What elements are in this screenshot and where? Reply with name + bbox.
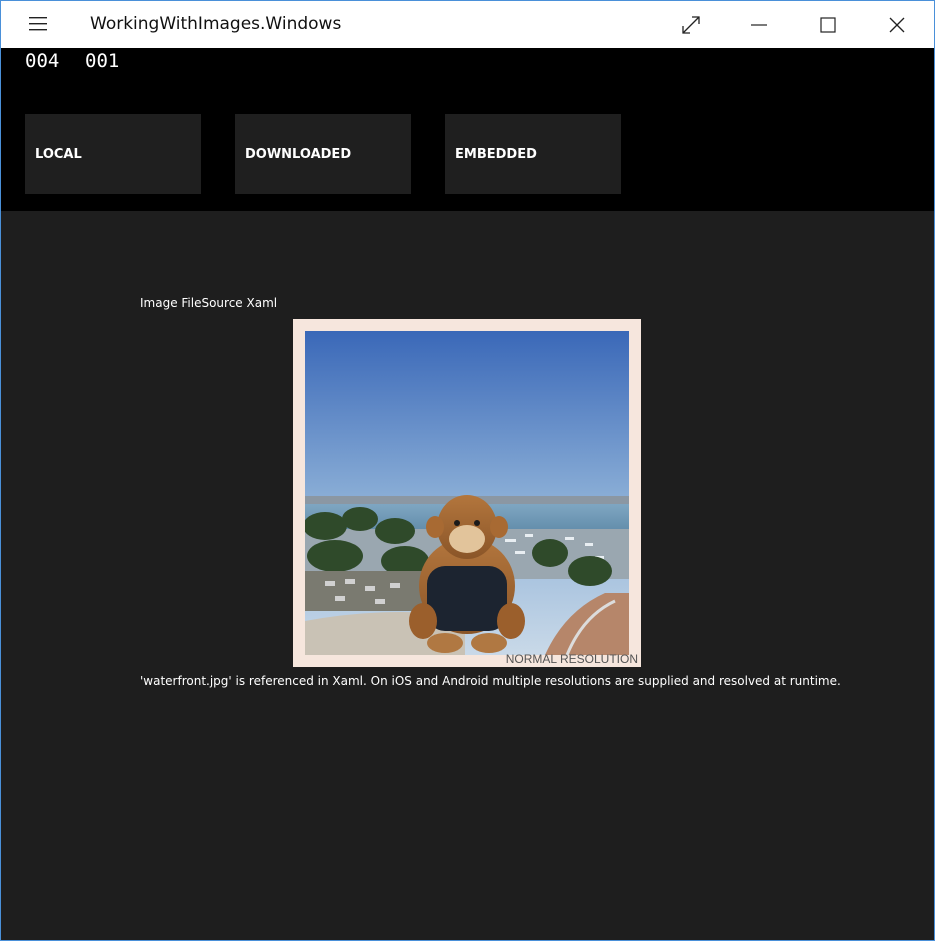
waterfront-image: NORMAL RESOLUTION	[293, 319, 641, 667]
app-window: WorkingWithImages.Windows 004 001 LOCAL …	[0, 0, 935, 941]
hamburger-icon[interactable]	[21, 15, 55, 35]
tab-embedded[interactable]: EMBEDDED	[445, 114, 621, 194]
tab-local[interactable]: LOCAL	[25, 114, 201, 194]
maximize-icon	[820, 16, 836, 33]
counter-secondary: 001	[85, 50, 120, 72]
maximize-button[interactable]	[794, 1, 862, 48]
image-caption: 'waterfront.jpg' is referenced in Xaml. …	[140, 674, 841, 688]
content-heading: Image FileSource Xaml	[140, 296, 278, 310]
minimize-icon	[751, 23, 767, 26]
minimize-button[interactable]	[725, 1, 793, 48]
window-title: WorkingWithImages.Windows	[90, 14, 342, 34]
waterfront-photo	[305, 331, 629, 655]
close-button[interactable]	[863, 1, 931, 48]
title-bar: WorkingWithImages.Windows	[1, 1, 934, 48]
tab-downloaded[interactable]: DOWNLOADED	[235, 114, 411, 194]
fullscreen-button[interactable]	[657, 1, 725, 48]
app-header: 004 001 LOCAL DOWNLOADED EMBEDDED	[1, 48, 934, 211]
close-icon	[889, 17, 905, 32]
resolution-overlay-label: NORMAL RESOLUTION	[505, 652, 638, 666]
expand-diagonal-icon	[682, 15, 700, 34]
counter-primary: 004	[25, 50, 60, 72]
